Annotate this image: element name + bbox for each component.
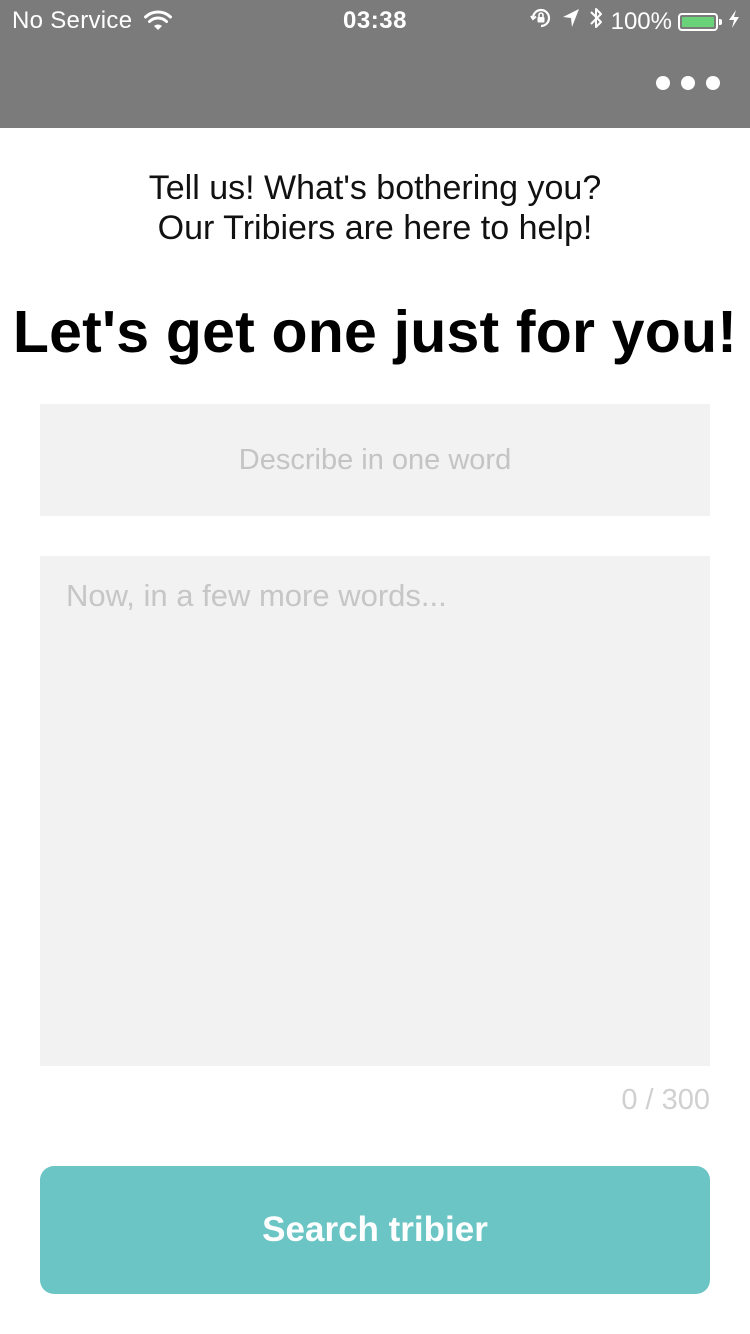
battery-icon (678, 12, 722, 31)
description-textarea[interactable] (40, 556, 710, 1066)
location-arrow-icon (561, 7, 581, 36)
status-right: 100% (529, 6, 740, 37)
intro-line-1: Tell us! What's bothering you? (148, 169, 602, 207)
more-options-button[interactable] (656, 72, 720, 94)
one-word-input[interactable] (40, 404, 710, 516)
battery-fill (682, 16, 714, 27)
charging-bolt-icon (728, 8, 740, 36)
page-title: Let's get one just for you! (12, 299, 738, 365)
more-dots-icon (681, 76, 695, 90)
search-tribier-button[interactable]: Search tribier (40, 1166, 710, 1294)
status-bar: No Service 03:38 100% (0, 0, 750, 40)
intro-text: Tell us! What's bothering you? Our Tribi… (0, 168, 750, 248)
more-dots-icon (706, 76, 720, 90)
bluetooth-icon (589, 6, 603, 37)
app-header: No Service 03:38 100% (0, 0, 750, 128)
character-counter: 0 / 300 (621, 1084, 710, 1116)
orientation-lock-icon (529, 6, 553, 37)
intro-line-2: Our Tribiers are here to help! (157, 209, 593, 247)
battery-percent: 100% (610, 7, 672, 35)
more-dots-icon (656, 76, 670, 90)
